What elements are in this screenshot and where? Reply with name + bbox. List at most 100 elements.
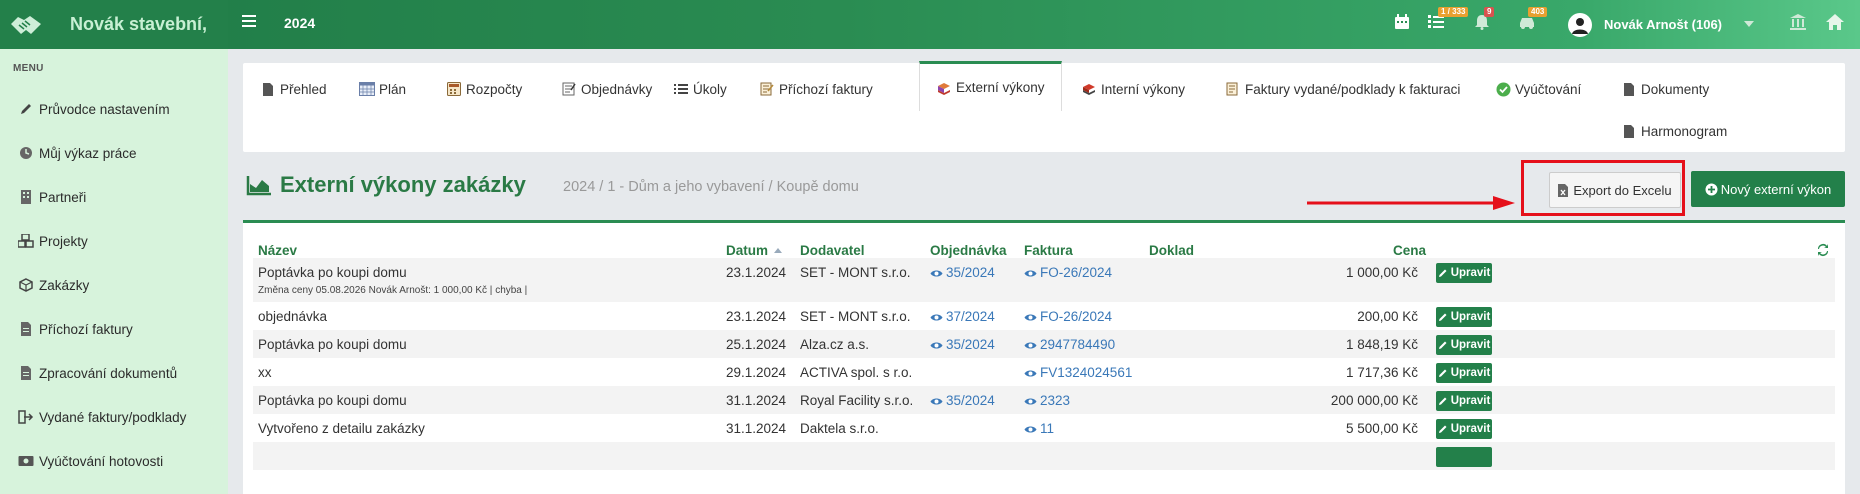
tasks-icon[interactable]: 1 / 333 (1428, 7, 1469, 34)
row-order-link[interactable]: 37/2024 (930, 309, 995, 324)
edit-button[interactable]: Upravit (1436, 391, 1492, 411)
table-row: xx 29.1.2024 ACTIVA spol. s r.o. FV13240… (253, 358, 1835, 386)
edit-button[interactable] (1436, 447, 1492, 467)
sidebar-item-label: Zpracování dokumentů (39, 365, 178, 381)
col-header-date-label: Datum (726, 243, 769, 258)
tab-external-works[interactable]: Externí výkony (919, 61, 1062, 111)
row-invoice-link[interactable]: 11 (1024, 421, 1054, 436)
invoice-icon (759, 81, 775, 97)
sidebar-item-label: Průvodce nastavením (39, 101, 170, 117)
sidebar-item-label: Můj výkaz práce (39, 145, 137, 161)
edit-button[interactable]: Upravit (1436, 307, 1492, 327)
sidebar-item-issued-invoices[interactable]: Vydané faktury/podklady (18, 406, 186, 428)
col-header-name[interactable]: Název (258, 243, 297, 258)
row-order-link[interactable]: 35/2024 (930, 265, 995, 280)
row-invoice-label: 2947784490 (1040, 337, 1116, 352)
calendar-icon[interactable] (1394, 14, 1416, 34)
col-header-price[interactable]: Cena (1393, 243, 1426, 258)
pencil-icon (18, 102, 34, 116)
tab-plan[interactable]: Plán (359, 71, 406, 107)
row-name: Poptávka po koupi domu (258, 393, 407, 408)
col-header-invoice[interactable]: Faktura (1024, 243, 1073, 258)
edit-label: Upravit (1450, 367, 1491, 379)
user-name[interactable]: Novák Arnošt (106) (1604, 17, 1722, 32)
sidebar: MENU Průvodce nastavením Můj výkaz práce… (0, 49, 228, 494)
edit-button[interactable]: Upravit (1436, 363, 1492, 383)
row-invoice-label: FV1324024561 (1040, 365, 1133, 380)
tab-label: Rozpočty (466, 81, 523, 97)
sidebar-item-incoming-invoices[interactable]: Příchozí faktury (18, 318, 133, 340)
sidebar-item-label: Projekty (39, 233, 88, 249)
hamburger-menu-icon[interactable] (242, 15, 256, 27)
col-header-date[interactable]: Datum (726, 243, 782, 258)
tab-incoming-invoices[interactable]: Příchozí faktury (759, 71, 873, 107)
row-invoice-label: FO-26/2024 (1040, 309, 1113, 324)
sidebar-item-setup-guide[interactable]: Průvodce nastavením (18, 98, 170, 120)
bell-icon[interactable]: 9 (1474, 7, 1496, 34)
pencil-icon (1438, 269, 1447, 277)
tab-schedule[interactable]: Harmonogram (1621, 113, 1727, 149)
new-external-work-button[interactable]: Nový externí výkon (1691, 171, 1845, 207)
export-excel-button[interactable]: Export do Excelu (1549, 172, 1681, 208)
cars-badge: 403 (1528, 7, 1548, 17)
row-order-link[interactable]: 35/2024 (930, 393, 995, 408)
tab-budgets[interactable]: Rozpočty (446, 71, 522, 107)
bank-icon[interactable] (1790, 14, 1812, 34)
eye-icon (1024, 370, 1037, 377)
tab-orders[interactable]: Objednávky (561, 71, 652, 107)
pencil-icon (1438, 397, 1447, 405)
tab-settlement[interactable]: Vyúčtování (1495, 71, 1581, 107)
edit-label: Upravit (1450, 339, 1491, 351)
sidebar-item-label: Příchozí faktury (39, 321, 133, 337)
chevron-down-icon[interactable] (1744, 21, 1754, 27)
tab-overview[interactable]: Přehled (260, 71, 327, 107)
handshake-logo-icon (8, 10, 44, 40)
edit-button[interactable]: Upravit (1436, 335, 1492, 355)
export-excel-label: Export do Excelu (1573, 182, 1672, 198)
plus-circle-icon (1705, 183, 1718, 196)
sidebar-item-work-report[interactable]: Můj výkaz práce (18, 142, 137, 164)
sidebar-item-cash-settlement[interactable]: Vyúčtování hotovosti (18, 450, 163, 472)
row-invoice-link[interactable]: FV1324024561 (1024, 365, 1132, 380)
logo-area[interactable]: Novák stavební, (0, 0, 228, 49)
row-price: 5 500,00 Kč (1345, 421, 1418, 436)
col-header-order[interactable]: Objednávka (930, 243, 1007, 258)
tab-label: Přehled (280, 81, 327, 97)
home-icon[interactable] (1826, 14, 1848, 34)
edit-button[interactable]: Upravit (1436, 419, 1492, 439)
row-date: 31.1.2024 (726, 393, 787, 408)
table-row-partial (253, 442, 1835, 470)
invoice-icon (1225, 81, 1241, 97)
user-avatar[interactable] (1568, 13, 1592, 37)
row-invoice-link[interactable]: 2323 (1024, 393, 1070, 408)
app-name[interactable]: Novák stavební, (70, 14, 207, 35)
row-date: 23.1.2024 (726, 265, 787, 280)
red-arrow-annotation (1307, 196, 1517, 213)
year-selector[interactable]: 2024 (284, 15, 315, 31)
row-supplier: ACTIVA spol. s r.o. (800, 365, 913, 380)
col-header-doc[interactable]: Doklad (1149, 243, 1194, 258)
clock-icon (18, 146, 34, 160)
tab-documents[interactable]: Dokumenty (1621, 71, 1709, 107)
row-order-link[interactable]: 35/2024 (930, 337, 995, 352)
tab-label: Harmonogram (1641, 123, 1728, 139)
row-invoice-link[interactable]: 2947784490 (1024, 337, 1115, 352)
edit-label: Upravit (1450, 423, 1491, 435)
row-invoice-link[interactable]: FO-26/2024 (1024, 309, 1112, 324)
row-date: 25.1.2024 (726, 337, 787, 352)
check-circle-icon (1495, 81, 1511, 97)
sidebar-item-orders[interactable]: Zakázky (18, 274, 89, 296)
sidebar-item-partners[interactable]: Partneři (18, 186, 86, 208)
tab-tasks[interactable]: Úkoly (673, 71, 727, 107)
row-invoice-link[interactable]: FO-26/2024 (1024, 265, 1112, 280)
sidebar-item-document-processing[interactable]: Zpracování dokumentů (18, 362, 177, 384)
col-header-supplier[interactable]: Dodavatel (800, 243, 865, 258)
tab-issued-invoices[interactable]: Faktury vydané/podklady k fakturaci (1225, 71, 1460, 107)
edit-button[interactable]: Upravit (1436, 263, 1492, 283)
sidebar-item-projects[interactable]: Projekty (18, 230, 88, 252)
cars-icon[interactable]: 403 (1518, 7, 1548, 34)
table-row: Poptávka po koupi domu 25.1.2024 Alza.cz… (253, 330, 1835, 358)
row-name: Vytvořeno z detailu zakázky (258, 421, 425, 436)
tab-internal-works[interactable]: Interní výkony (1081, 71, 1185, 107)
row-price: 1 717,36 Kč (1345, 365, 1418, 380)
